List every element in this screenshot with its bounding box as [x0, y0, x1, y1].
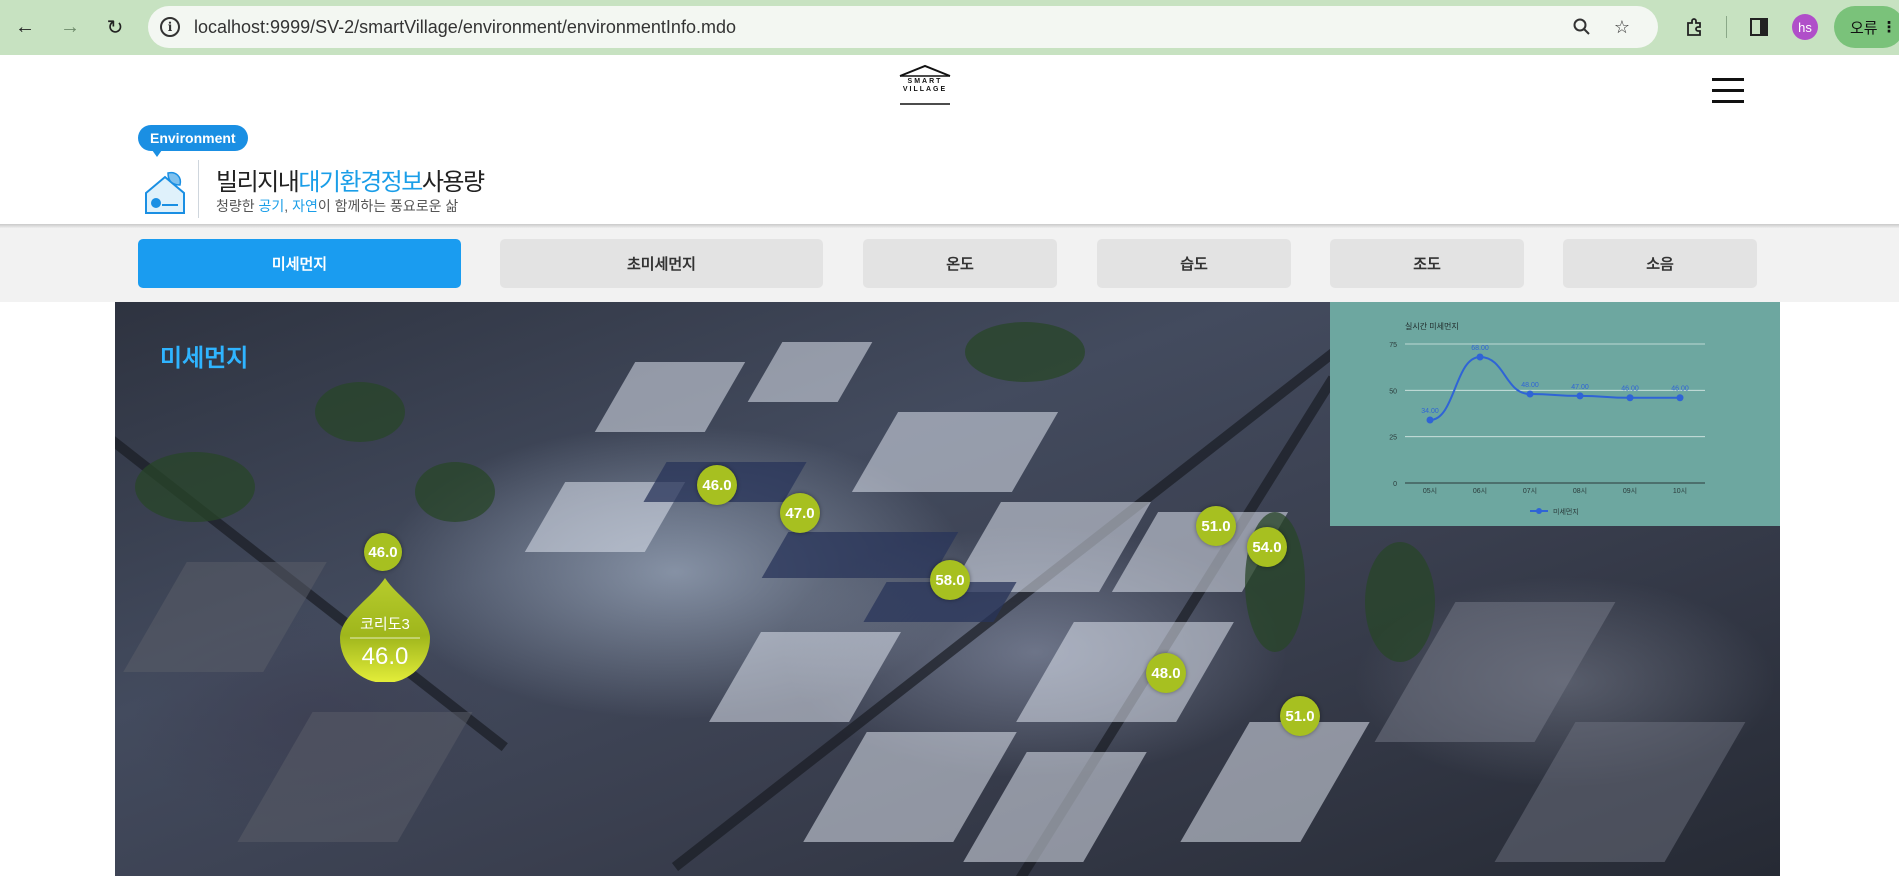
chart-data-point	[1626, 394, 1634, 402]
chart-data-point	[1426, 416, 1434, 424]
map-trees	[965, 322, 1085, 382]
chart-legend-marker	[1536, 508, 1542, 514]
page-subtitle: 청량한 공기, 자연이 함께하는 풍요로운 삶	[216, 196, 458, 216]
map-building	[747, 342, 873, 402]
page-title: 빌리지내대기환경정보사용량	[216, 162, 485, 197]
chart-data-label: 48.00	[1521, 382, 1539, 389]
realtime-chart-panel: 실시간 미세먼지 0 25 50 75 05시 06시 07시 08시 09시 10시 34.00 68…	[1330, 302, 1780, 526]
tab-temperature[interactable]: 온도	[863, 239, 1057, 288]
sensor-marker[interactable]: 46.0	[697, 465, 737, 505]
chart-data-label: 34.00	[1421, 408, 1439, 415]
realtime-fine-dust-chart: 실시간 미세먼지 0 25 50 75 05시 06시 07시 08시 09시 10시 34.00 68…	[1389, 321, 1705, 516]
forward-icon[interactable]: →	[55, 12, 85, 42]
more-menu-icon[interactable]: ⋮	[1882, 18, 1897, 36]
subtitle-highlight-air: 공기	[258, 198, 285, 214]
page-title-pre: 빌리지내	[216, 169, 300, 196]
subtitle-post: 이 함께하는 풍요로운 삶	[317, 198, 459, 214]
chart-y-tick-label: 50	[1389, 388, 1397, 395]
chart-x-tick-label: 10시	[1673, 487, 1687, 495]
page-title-highlight: 대기환경정보	[298, 169, 423, 196]
chart-data-point	[1576, 392, 1584, 400]
smart-village-logo[interactable]: SMART VILLAGE	[894, 64, 956, 108]
map-title: 미세먼지	[160, 345, 249, 372]
chart-data-label: 68.00	[1471, 345, 1489, 352]
sensor-marker[interactable]: 47.0	[780, 493, 820, 533]
chart-data-point	[1476, 353, 1484, 361]
environment-badge: Environment	[138, 125, 248, 157]
chart-y-tick-label: 75	[1389, 342, 1397, 349]
error-label: 오류	[1850, 19, 1878, 37]
site-info-icon[interactable]: i	[160, 17, 180, 37]
environment-house-icon	[142, 167, 188, 217]
map-trees	[315, 382, 405, 442]
map-building	[237, 712, 473, 842]
map-building	[594, 362, 746, 432]
environment-tab-bar: 미세먼지 초미세먼지 온도 습도 조도 소음	[0, 228, 1899, 302]
side-panel-icon[interactable]	[1744, 12, 1774, 42]
page-title-post: 사용량	[421, 169, 485, 196]
map-building	[123, 562, 327, 672]
toolbar-divider	[1726, 16, 1727, 38]
map-trees	[1365, 542, 1435, 662]
tab-fine-dust[interactable]: 미세먼지	[138, 239, 461, 288]
menu-hamburger-icon[interactable]	[1712, 78, 1744, 104]
chart-x-tick-label: 07시	[1523, 487, 1537, 495]
error-button[interactable]: 오류 ⋮	[1834, 6, 1899, 48]
map-roof	[761, 532, 959, 578]
title-divider	[198, 160, 199, 218]
map-trees	[135, 452, 255, 522]
chart-y-tick-label: 0	[1393, 481, 1397, 488]
tab-noise[interactable]: 소음	[1563, 239, 1757, 288]
tab-humidity[interactable]: 습도	[1097, 239, 1291, 288]
tab-illuminance[interactable]: 조도	[1330, 239, 1524, 288]
chart-series-line	[1429, 355, 1680, 421]
subtitle-separator: ,	[284, 198, 293, 214]
chart-data-label: 46.00	[1621, 386, 1639, 393]
subtitle-highlight-nature: 자연	[292, 198, 318, 214]
sensor-marker[interactable]: 54.0	[1247, 527, 1287, 567]
chart-x-tick-label: 06시	[1473, 487, 1487, 495]
chart-x-tick-label: 05시	[1423, 487, 1437, 495]
chart-title: 실시간 미세먼지	[1405, 321, 1459, 331]
sensor-marker[interactable]: 51.0	[1280, 696, 1320, 736]
chart-y-tick-label: 25	[1389, 435, 1397, 442]
selected-sensor-value: 46.0	[361, 643, 409, 670]
bookmark-star-icon[interactable]: ☆	[1610, 15, 1634, 39]
tab-ultrafine-dust[interactable]: 초미세먼지	[500, 239, 823, 288]
url-text[interactable]: localhost:9999/SV-2/smartVillage/environ…	[194, 17, 736, 38]
subtitle-pre: 청량한	[216, 198, 259, 214]
chart-data-point	[1676, 394, 1684, 402]
chart-data-point	[1526, 390, 1534, 398]
profile-avatar[interactable]: hs	[1792, 14, 1818, 40]
map-building	[851, 412, 1059, 492]
chart-data-label: 47.00	[1571, 384, 1589, 391]
map-trees	[415, 462, 495, 522]
map-building	[1494, 722, 1746, 862]
map-building	[1180, 722, 1370, 842]
chart-x-tick-label: 08시	[1573, 487, 1587, 495]
sensor-marker[interactable]: 51.0	[1196, 506, 1236, 546]
sensor-marker[interactable]: 48.0	[1146, 653, 1186, 693]
chart-data-label: 46.00	[1671, 386, 1689, 393]
sensor-marker[interactable]: 46.0	[364, 533, 402, 571]
address-bar[interactable]: i localhost:9999/SV-2/smartVillage/envir…	[148, 6, 1658, 48]
chart-x-tick-label: 09시	[1623, 487, 1637, 495]
extensions-icon[interactable]	[1680, 12, 1710, 42]
browser-toolbar: ← → ↻ i localhost:9999/SV-2/smartVillage…	[0, 0, 1899, 55]
sensor-marker[interactable]: 58.0	[930, 560, 970, 600]
map-building	[1016, 622, 1234, 722]
selected-sensor-name: 코리도3	[360, 616, 410, 633]
chart-legend-label: 미세먼지	[1553, 507, 1579, 516]
zoom-icon[interactable]	[1570, 15, 1594, 39]
reload-icon[interactable]: ↻	[100, 12, 130, 42]
back-icon[interactable]: ←	[10, 12, 40, 42]
logo-text: SMART VILLAGE	[902, 78, 948, 93]
